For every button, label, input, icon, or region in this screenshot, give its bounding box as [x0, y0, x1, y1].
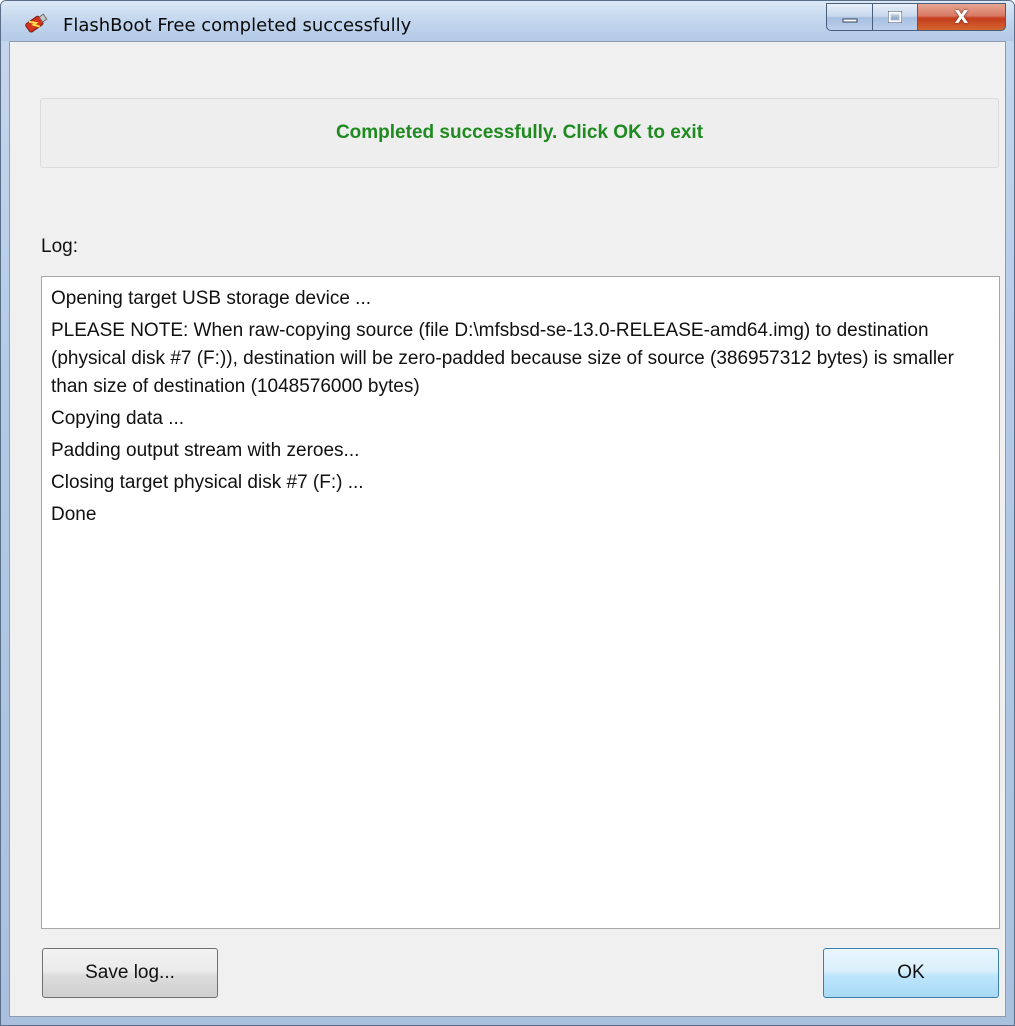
window-controls: X	[826, 3, 1006, 33]
dialog-window: FlashBoot Free completed successfully X …	[0, 0, 1015, 1026]
log-line: Closing target physical disk #7 (F:) ...	[51, 472, 364, 493]
close-icon: X	[954, 6, 969, 28]
ok-button[interactable]: OK	[823, 948, 999, 998]
minimize-button[interactable]	[826, 3, 873, 31]
log-line: Done	[51, 504, 97, 525]
log-line: Opening target USB storage device ...	[51, 288, 372, 309]
status-message: Completed successfully. Click OK to exit	[335, 122, 704, 143]
title-bar[interactable]: FlashBoot Free completed successfully X	[1, 1, 1014, 41]
maximize-button[interactable]	[873, 3, 918, 31]
minimize-icon	[842, 18, 857, 23]
log-line: PLEASE NOTE: When raw-copying source (fi…	[51, 320, 954, 397]
save-log-button[interactable]: Save log...	[42, 948, 218, 998]
log-output[interactable]: Opening target USB storage device ... PL…	[41, 276, 1000, 929]
dialog-client-area: Completed successfully. Click OK to exit…	[9, 41, 1006, 1017]
status-panel: Completed successfully. Click OK to exit	[40, 98, 999, 168]
maximize-icon	[888, 11, 902, 23]
close-button[interactable]: X	[918, 3, 1006, 31]
log-line: Padding output stream with zeroes...	[51, 440, 360, 461]
log-line: Copying data ...	[51, 408, 185, 429]
window-title: FlashBoot Free completed successfully	[63, 15, 412, 36]
flashboot-usb-icon	[25, 13, 48, 33]
log-label: Log:	[41, 236, 78, 257]
